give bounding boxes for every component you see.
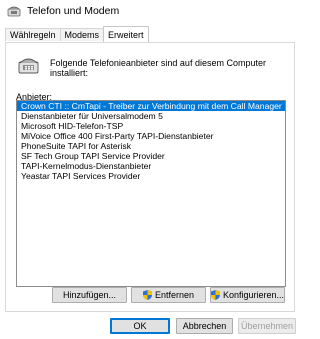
add-button-label: Hinzufügen...: [62, 290, 117, 300]
providers-listbox[interactable]: Crown CTI :: CmTapi - Treiber zur Verbin…: [16, 100, 286, 287]
advanced-panel: Folgende Telefonieanbieter sind auf dies…: [5, 42, 295, 312]
list-item[interactable]: Dienstanbieter für Universalmodem 5: [17, 111, 285, 121]
remove-button-label: Entfernen: [154, 290, 195, 300]
phone-provider-icon: [18, 58, 39, 74]
title-bar: Telefon und Modem: [0, 0, 300, 24]
apply-button-label: Übernehmen: [240, 321, 294, 331]
telephone-icon: [7, 6, 21, 17]
ok-button[interactable]: OK: [110, 318, 170, 334]
tab-modems[interactable]: Modems: [59, 28, 105, 41]
cancel-button[interactable]: Abbrechen: [176, 318, 233, 334]
remove-button[interactable]: Entfernen: [131, 287, 206, 303]
list-item[interactable]: Yeastar TAPI Services Provider: [17, 171, 285, 181]
tab-dialing-rules[interactable]: Wählregeln: [5, 28, 61, 41]
list-item[interactable]: PhoneSuite TAPI for Asterisk: [17, 141, 285, 151]
window-title: Telefon und Modem: [27, 5, 120, 17]
list-item[interactable]: TAPI-Kernelmodus-Dienstanbieter: [17, 161, 285, 171]
tab-advanced[interactable]: Erweitert: [103, 26, 149, 42]
configure-button[interactable]: Konfigurieren...: [210, 287, 285, 303]
apply-button[interactable]: Übernehmen: [238, 318, 296, 334]
configure-button-label: Konfigurieren...: [222, 290, 284, 300]
list-item[interactable]: SF Tech Group TAPI Service Provider: [17, 151, 285, 161]
info-text: Folgende Telefonieanbieter sind auf dies…: [50, 58, 266, 78]
ok-button-label: OK: [133, 321, 147, 331]
list-item[interactable]: Microsoft HID-Telefon-TSP: [17, 121, 285, 131]
cancel-button-label: Abbrechen: [182, 321, 227, 331]
list-item[interactable]: Crown CTI :: CmTapi - Treiber zur Verbin…: [17, 101, 285, 111]
list-item[interactable]: MiVoice Office 400 First-Party TAPI-Dien…: [17, 131, 285, 141]
add-button[interactable]: Hinzufügen...: [52, 287, 127, 303]
uac-shield-icon: [142, 290, 152, 300]
tab-strip: Wählregeln Modems Erweitert: [5, 26, 149, 42]
uac-shield-icon: [211, 290, 220, 300]
